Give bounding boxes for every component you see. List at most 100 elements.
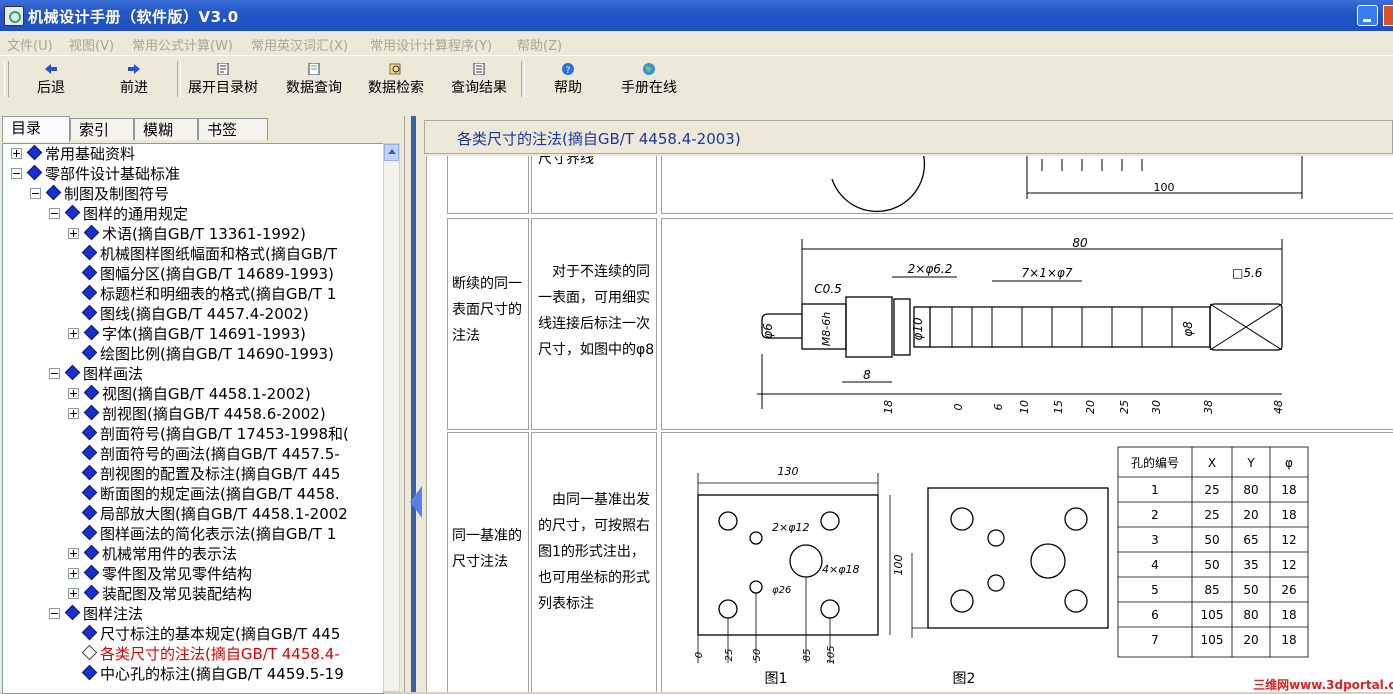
plate-tick-label: 25: [724, 649, 735, 662]
menu-view[interactable]: 视图(V): [69, 35, 114, 54]
table-cell: 65: [1243, 533, 1258, 547]
toolbar-grip[interactable]: [4, 61, 9, 97]
tree-item[interactable]: 图样注法: [49, 604, 143, 624]
tree-item[interactable]: 尺寸标注的基本规定(摘自GB/T 445: [68, 624, 340, 644]
collapse-minus-icon[interactable]: [11, 168, 22, 179]
tab-bookmarks[interactable]: 书签: [198, 118, 268, 140]
tree-item[interactable]: 剖视图(摘自GB/T 4458.6-2002): [68, 404, 326, 424]
tree-item[interactable]: 常用基础资料: [11, 144, 135, 164]
tree-item[interactable]: 剖视图的配置及标注(摘自GB/T 445: [68, 464, 340, 484]
expand-plus-icon[interactable]: [68, 388, 79, 399]
data-search-label: 数据检索: [368, 80, 424, 96]
collapse-minus-icon[interactable]: [49, 368, 60, 379]
expand-plus-icon[interactable]: [11, 148, 22, 159]
shaft-tick-label: 6: [992, 404, 1005, 411]
tree-item[interactable]: 局部放大图(摘自GB/T 4458.1-2002: [68, 504, 348, 524]
expand-plus-icon[interactable]: [68, 588, 79, 599]
collapse-minus-icon[interactable]: [49, 608, 60, 619]
menu-bar: 文件(U) 视图(V) 常用公式计算(W) 常用英汉词汇(X) 常用设计计算程序…: [0, 31, 1393, 55]
menu-help[interactable]: 帮助(Z): [517, 35, 562, 54]
diamond-icon: [81, 244, 98, 261]
document-view[interactable]: 尺寸界线 100 断续的同一表面尺寸的注法 对于不连续的同一表面，可用细实线连接…: [426, 156, 1393, 692]
tree-item[interactable]: 图样画法的简化表示法(摘自GB/T 1: [68, 524, 336, 544]
menu-programs[interactable]: 常用设计计算程序(Y): [370, 35, 492, 54]
expand-tree-button[interactable]: 展开目录树: [183, 59, 263, 99]
diamond-icon: [81, 664, 98, 681]
forward-button[interactable]: 前进: [103, 59, 165, 99]
tree-item[interactable]: 剖面符号(摘自GB/T 17453-1998和(: [68, 424, 349, 444]
shaft-dim-7x1: 7×1×φ7: [1022, 266, 1073, 280]
tree-item[interactable]: 装配图及常见装配结构: [68, 584, 252, 604]
tree-item[interactable]: 各类尺寸的注法(摘自GB/T 4458.4-: [68, 644, 340, 664]
tab-index[interactable]: 索引: [70, 118, 134, 140]
top-dim-label: 100: [1154, 181, 1175, 194]
figure2-caption: 图2: [953, 671, 976, 687]
tree-item[interactable]: 标题栏和明细表的格式(摘自GB/T 1: [68, 284, 336, 304]
expand-plus-icon[interactable]: [68, 568, 79, 579]
tab-fuzzy[interactable]: 模糊: [134, 118, 198, 140]
tree-item[interactable]: 图线(摘自GB/T 4457.4-2002): [68, 304, 309, 324]
menu-formula[interactable]: 常用公式计算(W): [132, 35, 233, 54]
expand-plus-icon[interactable]: [68, 408, 79, 419]
table-cell: 85: [1204, 583, 1219, 597]
pane-splitter[interactable]: [404, 116, 425, 692]
data-query-button[interactable]: 数据查询: [281, 59, 347, 99]
tree-scrollbar[interactable]: [383, 143, 400, 692]
diamond-icon: [26, 144, 43, 161]
online-manual-button[interactable]: 手册在线: [616, 59, 682, 99]
close-button[interactable]: [1383, 5, 1393, 26]
row1-desc-cell: 对于不连续的同一表面，可用细实线连接后标注一次尺寸，如图中的φ8: [531, 218, 657, 430]
tree-item-label: 断面图的规定画法(摘自GB/T 4458.: [100, 485, 340, 503]
help-label: 帮助: [554, 80, 582, 96]
diamond-icon: [83, 544, 100, 561]
collapse-arrow-icon[interactable]: [410, 486, 422, 518]
expand-plus-icon[interactable]: [68, 328, 79, 339]
back-button[interactable]: 后退: [20, 59, 82, 99]
table-header: X: [1208, 456, 1216, 470]
table-cell: 18: [1281, 633, 1296, 647]
diamond-icon: [81, 344, 98, 361]
tree-item[interactable]: 中心孔的标注(摘自GB/T 4459.5-19: [68, 664, 344, 684]
tree-item[interactable]: 绘图比例(摘自GB/T 14690-1993): [68, 344, 334, 364]
menu-dictionary[interactable]: 常用英汉词汇(X): [251, 35, 348, 54]
expand-tree-label: 展开目录树: [188, 80, 258, 96]
plate-hole-4phi18: 4×φ18: [822, 563, 859, 576]
query-result-button[interactable]: 查询结果: [446, 59, 512, 99]
collapse-minus-icon[interactable]: [30, 188, 41, 199]
row2-figure-cell: 130 100 2×φ12 4×φ18 φ26 0 25 50 85 105 孔的编号 X…: [661, 432, 1393, 692]
expand-plus-icon[interactable]: [68, 228, 79, 239]
tree-item[interactable]: 零件图及常见零件结构: [68, 564, 252, 584]
tree-item[interactable]: 制图及制图符号: [30, 184, 169, 204]
scroll-up-arrow-icon[interactable]: [384, 144, 399, 161]
splitter-bar: [411, 116, 416, 692]
expand-plus-icon[interactable]: [68, 548, 79, 559]
minimize-button[interactable]: [1357, 5, 1378, 26]
tree-item[interactable]: 图样画法: [49, 364, 143, 384]
tree-item[interactable]: 剖面符号的画法(摘自GB/T 4457.5-: [68, 444, 340, 464]
table-header: Y: [1246, 456, 1255, 470]
forward-arrow-icon: [128, 64, 140, 74]
tree-item-label: 零件图及常见零件结构: [102, 565, 253, 583]
menu-file[interactable]: 文件(U): [7, 35, 53, 54]
data-search-button[interactable]: 数据检索: [363, 59, 429, 99]
help-button[interactable]: ? 帮助: [538, 59, 598, 99]
collapse-minus-icon[interactable]: [49, 208, 60, 219]
tree-item[interactable]: 机械图样图纸幅面和格式(摘自GB/T: [68, 244, 337, 264]
shaft-thread: M8-6h: [820, 312, 833, 346]
tab-contents[interactable]: 目录: [2, 116, 70, 142]
tree-item[interactable]: 图幅分区(摘自GB/T 14689-1993): [68, 264, 334, 284]
tree-item-label: 剖面符号(摘自GB/T 17453-1998和(: [100, 425, 349, 443]
online-manual-label: 手册在线: [621, 80, 677, 96]
tree-item[interactable]: 断面图的规定画法(摘自GB/T 4458.: [68, 484, 340, 504]
plate-width-dim: 130: [778, 465, 799, 478]
tree-item[interactable]: 字体(摘自GB/T 14691-1993): [68, 324, 306, 344]
search-icon: [389, 63, 401, 75]
diamond-icon: [83, 384, 100, 401]
tree-item[interactable]: 视图(摘自GB/T 4458.1-2002): [68, 384, 311, 404]
tree-item[interactable]: 零部件设计基础标准: [11, 164, 180, 184]
tree-item[interactable]: 机械常用件的表示法: [68, 544, 237, 564]
app-icon[interactable]: [4, 6, 24, 26]
tree-item[interactable]: 术语(摘自GB/T 13361-1992): [68, 224, 306, 244]
back-arrow-icon: [45, 64, 57, 74]
tree-item[interactable]: 图样的通用规定: [49, 204, 188, 224]
